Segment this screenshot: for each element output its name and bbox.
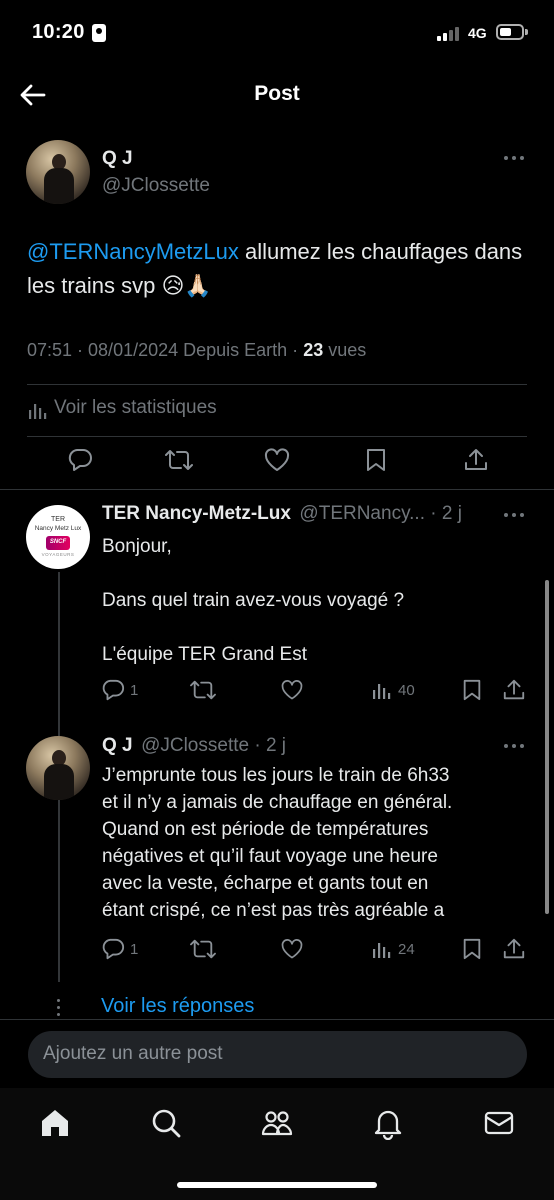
avatar-logo-text: Nancy Metz Lux [34, 525, 82, 532]
reply-line: Quand on est période de températures [102, 819, 429, 840]
messages-icon[interactable] [482, 1106, 516, 1140]
reply-spacer [102, 614, 532, 641]
avatar-logo-text: TER [51, 516, 65, 523]
reply-line: étant crispé, ce n’est pas très agréable… [102, 900, 445, 921]
views-icon[interactable] [371, 680, 391, 700]
bookmark-icon[interactable] [364, 447, 388, 473]
reply-text: J’emprunte tous les jours le train de 6h… [102, 762, 532, 924]
home-indicator [177, 1182, 377, 1188]
scrollbar[interactable] [545, 580, 549, 914]
reply-header: Q J @JClossette · 2 j [102, 735, 286, 757]
sncf-logo [46, 536, 70, 550]
search-icon[interactable] [149, 1106, 183, 1140]
retweet-icon[interactable] [165, 447, 193, 473]
divider [27, 436, 527, 437]
divider [27, 384, 527, 385]
sim-icon [92, 24, 106, 42]
battery-icon [496, 24, 524, 40]
reply-line: négatives et qu’il faut voyage une heure [102, 846, 438, 867]
post-text: @TERNancyMetzLux allumez les chauffages … [27, 235, 527, 303]
share-icon[interactable] [463, 447, 489, 473]
like-icon[interactable] [280, 937, 304, 961]
author-name[interactable]: Q J [102, 735, 133, 756]
reply-spacer [102, 560, 532, 587]
notifications-icon[interactable] [371, 1106, 405, 1140]
stats-icon [29, 404, 47, 419]
header: Post [0, 64, 554, 124]
retweet-icon[interactable] [190, 937, 216, 961]
post-meta: 07:51 · 08/01/2024 Depuis Earth · 23 vue… [27, 340, 366, 361]
avatar-logo-text: VOYAGEURS [41, 552, 75, 557]
reply-icon[interactable] [67, 447, 93, 473]
communities-icon[interactable] [260, 1106, 294, 1140]
view-stats-link[interactable]: Voir les statistiques [27, 397, 217, 419]
divider [0, 489, 554, 490]
reply-line: L'équipe TER Grand Est [102, 644, 308, 665]
reply-line: avec la veste, écharpe et gants tout en [102, 873, 429, 894]
author-handle[interactable]: @JClossette [102, 175, 210, 197]
author-name[interactable]: Q J [102, 148, 133, 170]
page-title: Post [254, 82, 300, 105]
reply-count: 1 [130, 941, 139, 958]
author-handle[interactable]: @JClossette · 2 j [141, 735, 286, 756]
avatar[interactable]: TER Nancy Metz Lux VOYAGEURS [26, 505, 90, 569]
bookmark-icon[interactable] [461, 937, 483, 961]
author-name[interactable]: TER Nancy-Metz-Lux [102, 503, 291, 524]
avatar[interactable] [26, 736, 90, 800]
signal-icon [437, 27, 461, 41]
stats-label: Voir les statistiques [54, 397, 217, 418]
reply-count: 1 [130, 682, 139, 699]
views-count: 23 [303, 340, 324, 360]
views-count: 40 [398, 682, 415, 699]
reply-line: et il n’y a jamais de chauffage en génér… [102, 792, 453, 813]
view-replies-link[interactable]: Voir les réponses [101, 995, 254, 1018]
share-icon[interactable] [502, 937, 526, 961]
reply-composer[interactable]: Ajoutez un autre post [28, 1031, 527, 1078]
reply-icon[interactable] [101, 937, 125, 961]
reply-header: TER Nancy-Metz-Lux @TERNancy... · 2 j [102, 503, 462, 525]
views-icon[interactable] [371, 939, 391, 959]
views-count: 24 [398, 941, 415, 958]
home-icon[interactable] [38, 1106, 72, 1140]
status-time: 10:20 [32, 21, 85, 43]
more-icon[interactable] [504, 512, 526, 518]
share-icon[interactable] [502, 678, 526, 702]
reply-line: Bonjour, [102, 536, 172, 557]
bookmark-icon[interactable] [461, 678, 483, 702]
reply-line: Dans quel train avez-vous voyagé ? [102, 590, 405, 611]
reply-icon[interactable] [101, 678, 125, 702]
reply-line: J’emprunte tous les jours le train de 6h… [102, 765, 450, 786]
retweet-icon[interactable] [190, 678, 216, 702]
post-timestamp: 07:51 · 08/01/2024 Depuis Earth · [27, 340, 304, 360]
mention-link[interactable]: @TERNancyMetzLux [27, 239, 239, 264]
more-icon[interactable] [504, 155, 526, 161]
author-handle[interactable]: @TERNancy... · 2 j [299, 503, 462, 524]
status-bar: 10:20 4G [0, 0, 554, 64]
like-icon[interactable] [280, 678, 304, 702]
divider [0, 1019, 554, 1020]
battery-tip [525, 29, 528, 35]
composer-placeholder[interactable]: Ajoutez un autre post [43, 1043, 223, 1065]
network-label: 4G [468, 25, 487, 41]
avatar[interactable] [26, 140, 90, 204]
views-label: vues [323, 340, 367, 360]
like-icon[interactable] [263, 447, 291, 473]
reply-text: Bonjour, Dans quel train avez-vous voyag… [102, 533, 532, 668]
thread-dots [57, 999, 61, 1017]
more-icon[interactable] [504, 743, 526, 749]
